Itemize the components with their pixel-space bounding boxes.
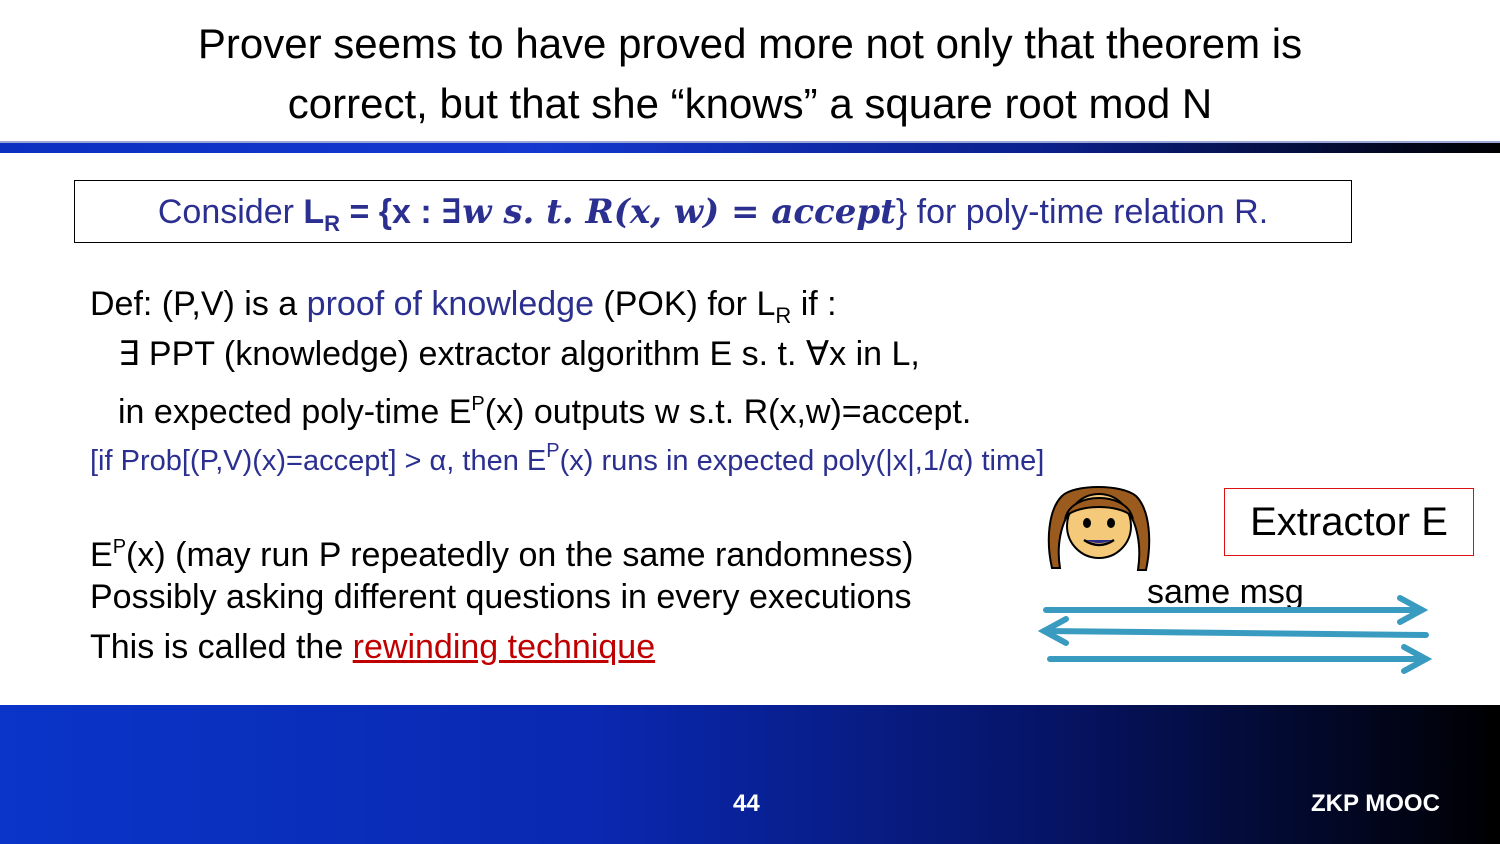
- def-line-1-a: Def: (P,V) is a: [90, 285, 307, 323]
- def-line-3-b: (x) outputs w s.t. R(x,w)=accept.: [484, 393, 972, 431]
- title-line-2: correct, but that she “knows” a square r…: [287, 80, 1213, 127]
- def-line-2: ∃ PPT (knowledge) extractor algorithm E …: [118, 335, 920, 373]
- definition-box: Consider LR = {x : ∃𝒘 𝒔. 𝒕. 𝑹(𝒙, 𝒘) = 𝒂𝒄…: [74, 180, 1352, 243]
- rewind-line-1-sup: P: [112, 536, 127, 558]
- def-line-1-b: (POK) for L: [593, 285, 776, 323]
- girl-face-icon: [1047, 486, 1151, 571]
- def-line-3-sup: P: [471, 393, 485, 415]
- slide-title: Prover seems to have proved more not onl…: [0, 14, 1500, 134]
- definition-suffix: for poly-time relation R.: [907, 193, 1269, 231]
- def-line-4-b: (x) runs in expected poly(|x|,1/α) time]: [559, 445, 1045, 477]
- def-line-1: Def: (P,V) is a proof of knowledge (POK)…: [90, 284, 837, 336]
- relation-formula: ∃𝒘 𝒔. 𝒕. 𝑹(𝒙, 𝒘) = 𝒂𝒄𝒄𝒆𝒑𝒕: [441, 192, 896, 232]
- page-number: 44: [733, 790, 760, 817]
- def-line-3: in expected poly-time EP(x) outputs w s.…: [118, 384, 971, 432]
- definition-prefix: Consider: [157, 193, 304, 231]
- footer-bar: [0, 705, 1500, 844]
- rewind-line-1-b: (x) (may run P repeatedly on the same ra…: [126, 536, 914, 574]
- language-subscript: R: [324, 211, 341, 236]
- language-symbol: L: [303, 193, 325, 231]
- title-line-1: Prover seems to have proved more not onl…: [197, 20, 1303, 67]
- rewind-line-1-a: E: [90, 536, 113, 574]
- set-close: }: [895, 193, 908, 231]
- def-line-4-a: [if Prob[(P,V)(x)=accept] > α, then E: [90, 445, 547, 477]
- def-line-1-sub: R: [775, 303, 792, 328]
- arrow-left: [1037, 616, 1429, 646]
- arrow-right-1: [1043, 595, 1429, 625]
- title-divider: [0, 143, 1500, 153]
- extractor-box: Extractor E: [1224, 488, 1474, 556]
- message-arrows: [1037, 595, 1433, 674]
- def-line-3-a: in expected poly-time E: [118, 393, 472, 431]
- def-line-4-sup: P: [546, 440, 560, 462]
- course-label: ZKP MOOC: [1311, 790, 1440, 817]
- rewind-line-1: EP(x) (may run P repeatedly on the same …: [90, 527, 913, 575]
- def-line-4: [if Prob[(P,V)(x)=accept] > α, then EP(x…: [90, 431, 1044, 481]
- rewind-line-2: Possibly asking different questions in e…: [90, 578, 912, 616]
- set-open: = {x :: [340, 193, 442, 231]
- def-line-1-c: if :: [791, 285, 837, 323]
- rewind-line-3: This is called the rewinding technique: [90, 627, 655, 667]
- arrow-right-2: [1047, 644, 1433, 674]
- rewind-line-3-a: This is called the: [90, 628, 353, 666]
- rewinding-technique-link[interactable]: rewinding technique: [353, 628, 655, 666]
- pok-term: proof of knowledge: [306, 285, 594, 323]
